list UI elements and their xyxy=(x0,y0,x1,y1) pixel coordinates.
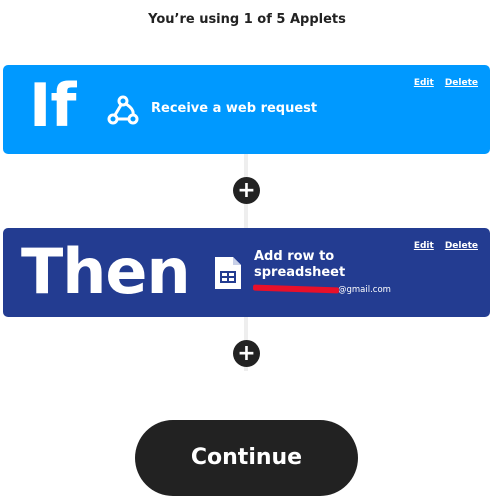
if-keyword: If xyxy=(29,71,76,141)
add-step-button[interactable]: + xyxy=(233,340,260,367)
spreadsheet-icon xyxy=(215,257,241,289)
then-keyword: Then xyxy=(21,235,191,308)
account-email-suffix: @gmail.com xyxy=(338,285,391,295)
action-card[interactable]: Then Add row to spreadsheet @gmail.com E… xyxy=(3,228,490,317)
trigger-title: Receive a web request xyxy=(151,101,318,116)
add-step-button[interactable]: + xyxy=(233,177,260,204)
trigger-card[interactable]: If Receive a web request Edit Delete xyxy=(3,65,490,154)
applet-builder: You’re using 1 of 5 Applets If Receive a… xyxy=(0,0,504,499)
trigger-card-actions: Edit Delete xyxy=(414,78,478,88)
action-card-actions: Edit Delete xyxy=(414,241,478,251)
continue-button[interactable]: Continue xyxy=(135,420,358,496)
action-edit-link[interactable]: Edit xyxy=(414,241,434,251)
action-delete-link[interactable]: Delete xyxy=(445,241,478,251)
trigger-edit-link[interactable]: Edit xyxy=(414,78,434,88)
trigger-delete-link[interactable]: Delete xyxy=(445,78,478,88)
webhooks-icon xyxy=(107,95,139,125)
action-title: Add row to spreadsheet xyxy=(254,249,346,280)
applet-usage-text: You’re using 1 of 5 Applets xyxy=(148,12,346,27)
